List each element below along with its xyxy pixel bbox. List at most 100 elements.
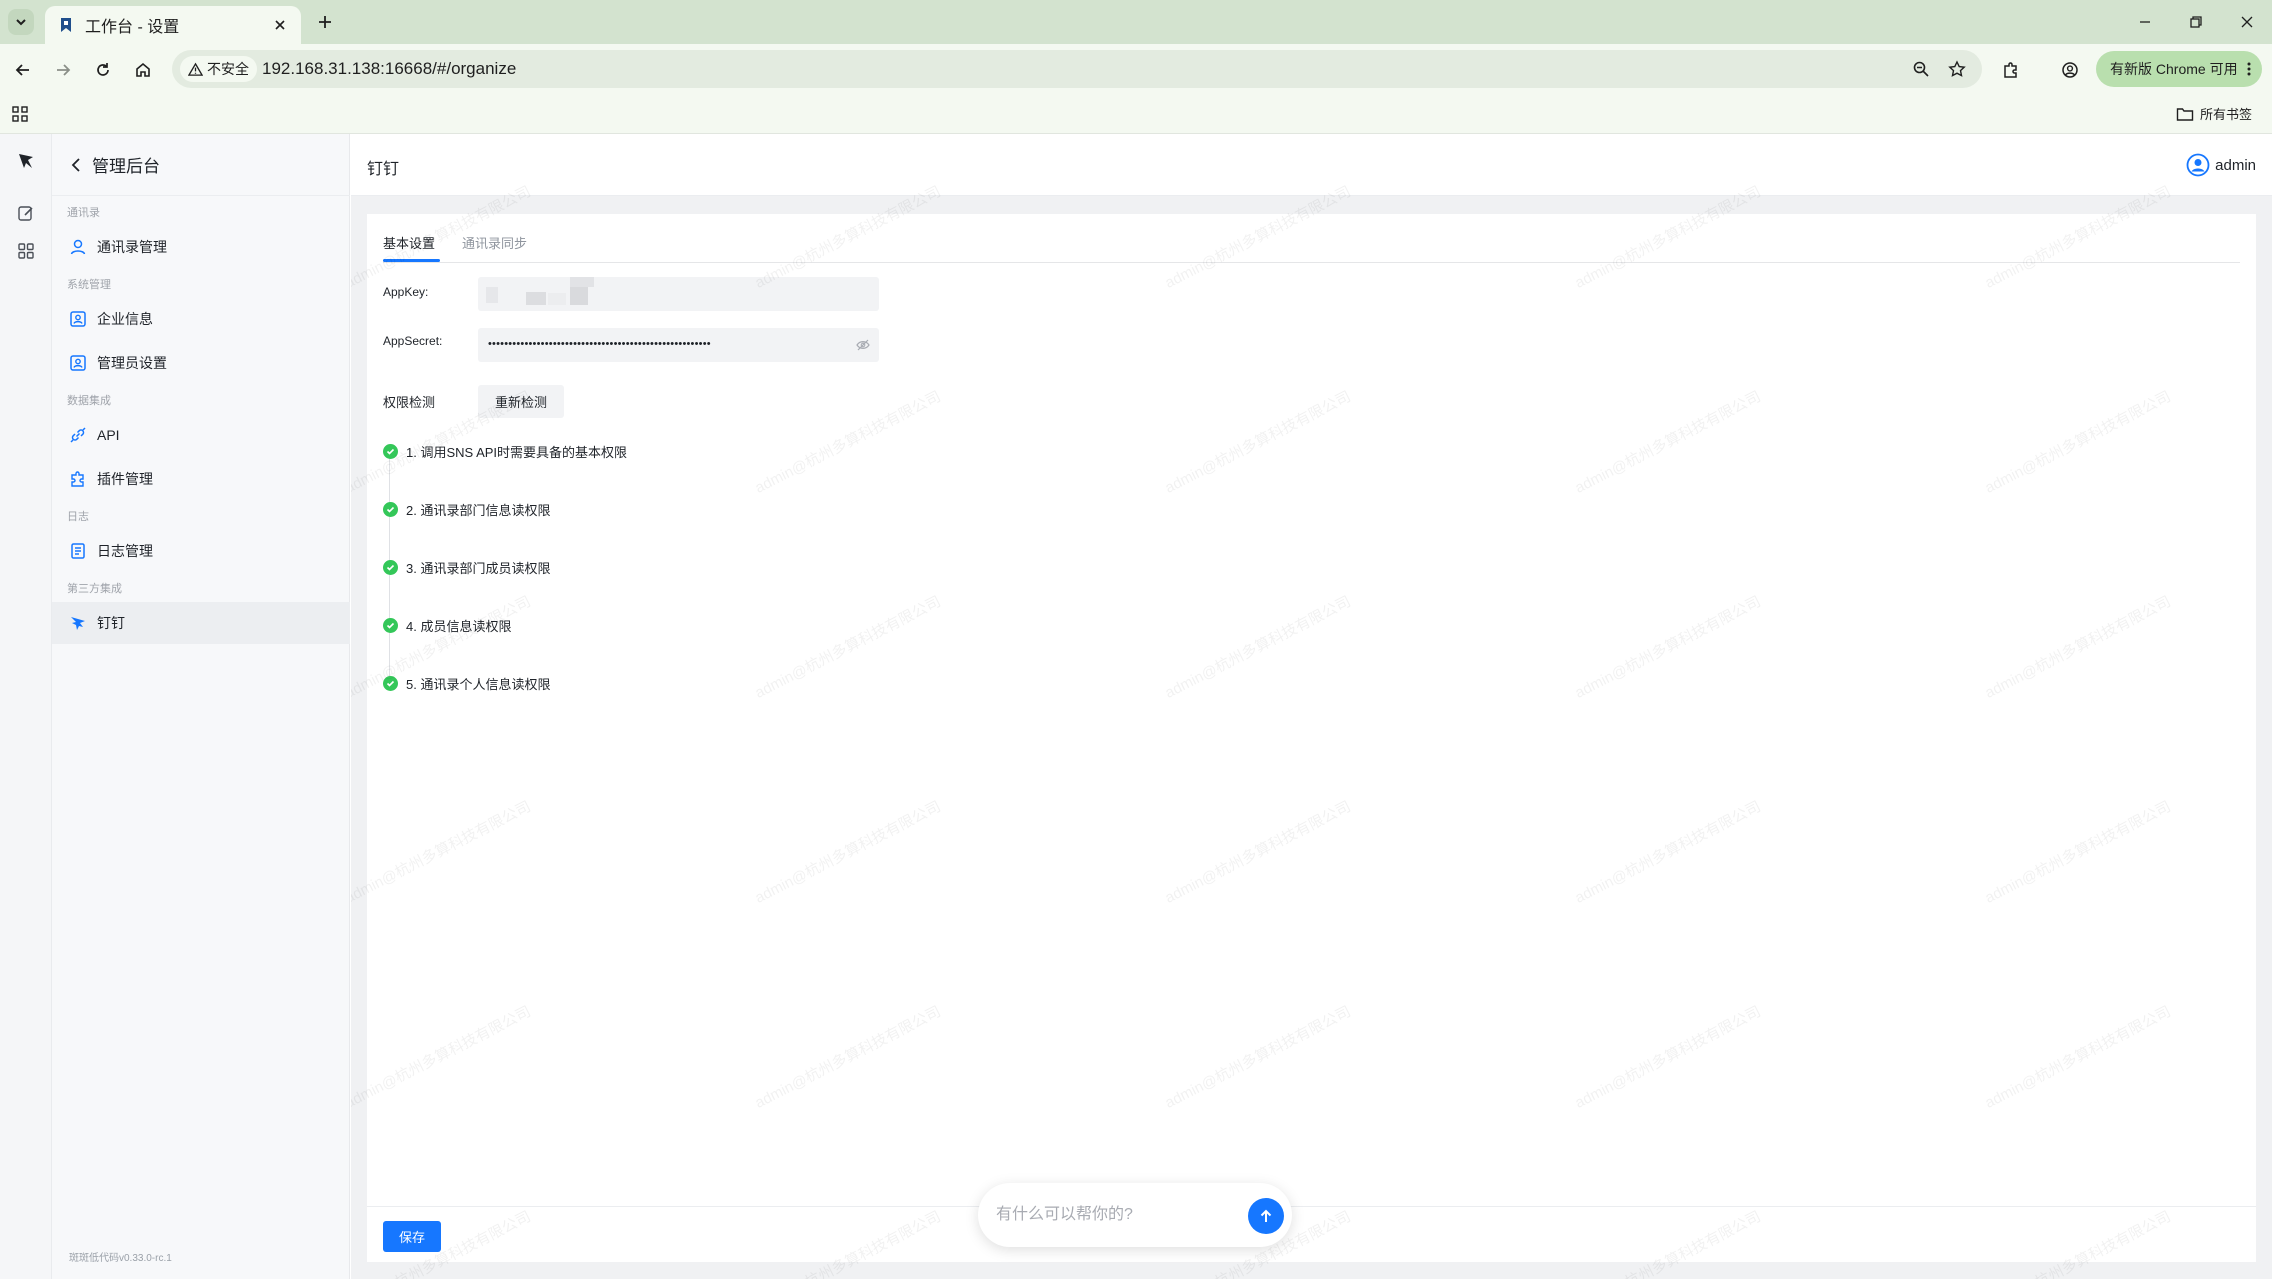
profile-icon xyxy=(2062,62,2078,78)
sidebar-item-api[interactable]: API xyxy=(52,414,350,456)
settings-card: 基本设置 通讯录同步 AppKey: AppSecret: ••••••••••… xyxy=(367,214,2256,1262)
profile-button[interactable] xyxy=(2057,57,2083,83)
sidebar-item-admin-settings[interactable]: 管理员设置 xyxy=(52,342,350,384)
company-info-icon xyxy=(68,309,88,329)
app-rail xyxy=(0,134,52,1279)
browser-toolbar: 不安全 192.168.31.138:16668/#/organize 有新版 … xyxy=(0,44,2272,96)
bookmark-star-button[interactable] xyxy=(1944,56,1970,82)
grid-icon xyxy=(18,243,34,259)
appkey-field[interactable] xyxy=(478,277,879,311)
flag-logo-icon xyxy=(19,154,33,168)
sidebar-item-label: 日志管理 xyxy=(97,543,153,559)
apps-grid-icon xyxy=(12,106,28,122)
site-security-chip[interactable]: 不安全 xyxy=(180,56,257,82)
permission-label: 权限检测 xyxy=(383,395,436,410)
masked-value-pixels xyxy=(486,277,594,305)
sidebar-item-logs[interactable]: 日志管理 xyxy=(52,530,350,572)
chrome-update-button[interactable]: 有新版 Chrome 可用 xyxy=(2096,51,2262,87)
admin-settings-icon xyxy=(68,353,88,373)
sidebar-item-label: API xyxy=(97,427,120,443)
page-header: 钉钉 admin xyxy=(351,134,2272,196)
tab-search-button[interactable] xyxy=(8,9,34,35)
sidebar-item-label: 管理员设置 xyxy=(97,355,167,371)
dingtalk-icon xyxy=(68,613,88,633)
appsecret-value: ••••••••••••••••••••••••••••••••••••••••… xyxy=(488,338,711,350)
minimize-icon xyxy=(2140,21,2150,23)
forward-button[interactable] xyxy=(50,57,76,83)
api-link-icon xyxy=(68,425,88,445)
back-button[interactable] xyxy=(10,57,36,83)
extensions-button[interactable] xyxy=(1998,57,2024,83)
home-button[interactable] xyxy=(130,57,156,83)
sidebar-item-contacts[interactable]: 通讯录管理 xyxy=(52,226,350,268)
tab-basic-settings[interactable]: 基本设置 xyxy=(383,233,435,252)
check-label: 1. 调用SNS API时需要具备的基本权限 xyxy=(406,444,628,460)
plugin-icon xyxy=(68,469,88,489)
close-icon xyxy=(2241,16,2253,28)
rail-edit-button[interactable] xyxy=(13,200,39,226)
username: admin xyxy=(2215,156,2256,174)
avatar-icon xyxy=(2186,153,2210,177)
appkey-label: AppKey: xyxy=(383,285,429,299)
rail-apps-button[interactable] xyxy=(13,238,39,264)
restore-icon xyxy=(2190,16,2202,28)
close-tab-icon[interactable] xyxy=(271,16,289,34)
back-to-admin-button[interactable]: 管理后台 xyxy=(52,134,350,196)
warning-icon xyxy=(188,62,203,76)
close-window-button[interactable] xyxy=(2236,11,2258,33)
page-title: 钉钉 xyxy=(367,161,400,178)
user-icon xyxy=(68,237,88,257)
group-title-third-party: 第三方集成 xyxy=(67,583,122,595)
all-bookmarks-button[interactable]: 所有书签 xyxy=(2176,104,2252,123)
more-vertical-icon xyxy=(2247,62,2251,76)
edit-icon xyxy=(18,206,33,221)
group-title-system: 系统管理 xyxy=(67,279,111,291)
arrow-right-icon xyxy=(57,64,71,76)
redetect-button[interactable]: 重新检测 xyxy=(478,385,564,418)
appsecret-field[interactable]: ••••••••••••••••••••••••••••••••••••••••… xyxy=(478,328,879,362)
arrow-up-icon xyxy=(1260,1209,1272,1222)
active-tab-indicator xyxy=(383,259,440,262)
app-logo[interactable] xyxy=(13,148,39,174)
apps-button[interactable] xyxy=(12,106,28,122)
version-label: 斑斑低代码v0.33.0-rc.1 xyxy=(69,1253,172,1264)
browser-tab-active[interactable]: 工作台 - 设置 xyxy=(45,6,301,44)
ai-assistant-box xyxy=(978,1183,1292,1247)
new-tab-button[interactable] xyxy=(314,11,336,33)
url-text[interactable]: 192.168.31.138:16668/#/organize xyxy=(262,59,516,79)
puzzle-icon xyxy=(2004,62,2017,78)
address-bar[interactable]: 不安全 192.168.31.138:16668/#/organize xyxy=(172,50,1982,88)
minimize-window-button[interactable] xyxy=(2134,11,2156,33)
permission-check-item: 5. 通讯录个人信息读权限 xyxy=(383,672,550,694)
permission-check-item: 2. 通讯录部门信息读权限 xyxy=(383,498,550,520)
check-label: 2. 通讯录部门信息读权限 xyxy=(406,502,551,518)
sidebar-item-label: 企业信息 xyxy=(97,311,153,327)
star-icon xyxy=(1948,60,1966,77)
permission-check-item: 1. 调用SNS API时需要具备的基本权限 xyxy=(383,440,627,462)
update-label: 有新版 Chrome 可用 xyxy=(2110,61,2238,77)
settings-tabs: 基本设置 通讯录同步 xyxy=(383,214,2240,263)
check-circle-icon xyxy=(383,559,398,575)
all-bookmarks-label: 所有书签 xyxy=(2200,107,2253,122)
sidebar-title: 管理后台 xyxy=(92,157,160,176)
ai-assistant-input[interactable] xyxy=(996,1203,1226,1227)
ai-send-button[interactable] xyxy=(1248,1198,1284,1234)
chevron-left-icon xyxy=(71,157,80,172)
appsecret-label: AppSecret: xyxy=(383,334,443,348)
bookmark-bar: 所有书签 xyxy=(0,96,2272,134)
check-circle-icon xyxy=(383,443,398,459)
save-button[interactable]: 保存 xyxy=(383,1221,441,1252)
user-menu[interactable]: admin xyxy=(2186,153,2256,177)
eye-off-icon[interactable] xyxy=(856,339,870,351)
sidebar-item-dingtalk[interactable]: 钉钉 xyxy=(52,602,350,644)
reload-button[interactable] xyxy=(90,57,116,83)
security-label: 不安全 xyxy=(207,61,249,77)
restore-window-button[interactable] xyxy=(2185,11,2207,33)
browser-tab-bar: 工作台 - 设置 xyxy=(0,0,2272,44)
sidebar-item-plugins[interactable]: 插件管理 xyxy=(52,458,350,500)
sidebar-item-label: 钉钉 xyxy=(97,615,125,631)
sidebar-item-company-info[interactable]: 企业信息 xyxy=(52,298,350,340)
tab-contact-sync[interactable]: 通讯录同步 xyxy=(462,233,527,252)
zoom-button[interactable] xyxy=(1908,56,1934,82)
plus-icon xyxy=(319,16,331,28)
